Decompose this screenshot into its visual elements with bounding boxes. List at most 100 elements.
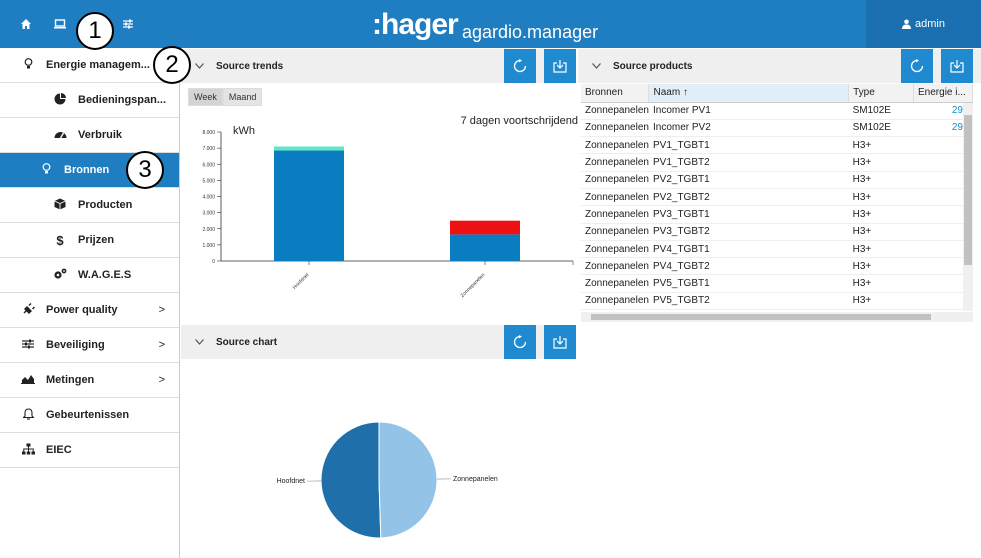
cell-type: H3+ — [848, 136, 914, 155]
y-tick-label: 0 — [212, 259, 215, 265]
scrollbar-thumb[interactable] — [964, 115, 972, 265]
download-icon — [950, 60, 964, 73]
sidebar-item-label: Bedieningspan... — [78, 94, 167, 106]
table-row[interactable]: Zonnepanelen PV4_TGBT2 H3+ — [581, 257, 973, 276]
chevron-down-icon[interactable] — [592, 61, 601, 72]
column-header-type[interactable]: Type — [848, 84, 915, 103]
period-label: 7 dagen voortschrijdend — [461, 115, 578, 127]
sidebar-item-metingen[interactable]: Metingen > — [0, 363, 179, 398]
cell-type: H3+ — [848, 205, 914, 224]
settings-sliders-icon[interactable] — [114, 12, 142, 36]
table-row[interactable]: Zonnepanelen PV2_TGBT2 H3+ — [581, 188, 973, 207]
column-header-energie[interactable]: Energie i... — [913, 84, 973, 103]
sidebar-item-producten[interactable]: Producten — [0, 188, 179, 223]
table-header-row: Bronnen Naam ↑ Type Energie i... — [581, 84, 973, 103]
bar-segment — [450, 234, 520, 261]
table-row[interactable]: Zonnepanelen PV3_TGBT2 H3+ — [581, 223, 973, 241]
cell-type: H3+ — [848, 292, 914, 311]
sidebar-item-gebeurtenissen[interactable]: Gebeurtenissen — [0, 398, 179, 433]
sidebar-item-label: Metingen — [46, 374, 95, 386]
cell-bronnen: Zonnepanelen — [581, 223, 649, 241]
sidebar-item-prijzen[interactable]: $ Prijzen — [0, 223, 179, 258]
cell-type: H3+ — [848, 223, 914, 241]
sliders-icon — [20, 339, 36, 352]
vertical-scrollbar[interactable] — [963, 103, 973, 311]
source-chart-header: Source chart — [181, 325, 576, 359]
cell-bronnen: Zonnepanelen — [581, 171, 649, 189]
sidebar-item-verbruik[interactable]: Verbruik — [0, 118, 179, 153]
cell-type: SM102E — [848, 119, 914, 138]
download-button[interactable] — [544, 49, 576, 83]
cell-type: H3+ — [848, 171, 914, 189]
cell-bronnen: Zonnepanelen — [581, 292, 649, 311]
column-header-bronnen[interactable]: Bronnen — [581, 84, 650, 103]
download-button[interactable] — [544, 325, 576, 359]
table-row[interactable]: Zonnepanelen Incomer PV1 SM102E 299 — [581, 102, 973, 120]
sidebar-item-label: Verbruik — [78, 129, 123, 141]
cell-bronnen: Zonnepanelen — [581, 153, 649, 172]
home-icon[interactable] — [12, 12, 40, 36]
top-bar: :hager agardio.manager admin — [0, 0, 981, 48]
cell-bronnen: Zonnepanelen — [581, 102, 649, 120]
callout-badge-2: 2 — [153, 46, 191, 84]
refresh-icon — [513, 59, 527, 73]
refresh-button[interactable] — [504, 49, 536, 83]
panel-title: Source products — [613, 60, 693, 72]
x-tick-label: Hoofdnet — [292, 272, 311, 291]
gauge-icon — [52, 129, 68, 142]
source-products-header: Source products — [578, 49, 981, 83]
refresh-button[interactable] — [504, 325, 536, 359]
chevron-down-icon[interactable] — [195, 337, 204, 348]
y-tick-label: 8.000 — [202, 130, 215, 136]
cell-bronnen: Zonnepanelen — [581, 257, 649, 276]
sidebar-item-power-quality[interactable]: Power quality > — [0, 293, 179, 328]
table-row[interactable]: Zonnepanelen PV5_TGBT1 H3+ — [581, 274, 973, 293]
y-tick-label: 1.000 — [202, 243, 215, 249]
y-tick-label: 4.000 — [202, 195, 215, 201]
monitor-icon[interactable] — [46, 12, 74, 36]
gears-icon — [52, 268, 68, 283]
cell-naam: Incomer PV1 — [648, 102, 849, 120]
admin-menu[interactable]: admin — [866, 0, 981, 48]
table-row[interactable]: Zonnepanelen PV3_TGBT1 H3+ — [581, 205, 973, 224]
pie-slice — [378, 421, 438, 539]
refresh-icon — [513, 335, 527, 349]
cell-type: H3+ — [848, 153, 914, 172]
table-row[interactable]: Zonnepanelen PV4_TGBT1 H3+ — [581, 240, 973, 259]
cell-naam: PV3_TGBT2 — [648, 223, 849, 241]
refresh-button[interactable] — [901, 49, 933, 83]
brand-logo: :hager — [372, 8, 459, 41]
user-icon — [902, 19, 912, 29]
cell-bronnen: Zonnepanelen — [581, 188, 649, 207]
y-tick-label: 5.000 — [202, 178, 215, 184]
cell-naam: Incomer PV2 — [648, 119, 849, 138]
chevron-down-icon[interactable] — [195, 61, 204, 72]
sidebar: Energie managem... Bedieningspan... Verb… — [0, 48, 180, 558]
cell-naam: PV1_TGBT1 — [648, 136, 849, 155]
table-row[interactable]: Zonnepanelen PV2_TGBT1 H3+ — [581, 171, 973, 189]
y-tick-label: 3.000 — [202, 211, 215, 217]
sidebar-item-beveiliging[interactable]: Beveiliging > — [0, 328, 179, 363]
sidebar-item-label: Power quality — [46, 304, 118, 316]
table-row[interactable]: Zonnepanelen PV5_TGBT2 H3+ — [581, 292, 973, 311]
table-row[interactable]: Zonnepanelen PV1_TGBT2 H3+ — [581, 153, 973, 172]
sidebar-item-wages[interactable]: W.A.G.E.S — [0, 258, 179, 293]
chevron-right-icon: > — [158, 374, 165, 386]
box-icon — [52, 198, 68, 213]
scrollbar-thumb[interactable] — [591, 314, 931, 320]
sidebar-item-bedieningspaneel[interactable]: Bedieningspan... — [0, 83, 179, 118]
cell-bronnen: Zonnepanelen — [581, 136, 649, 155]
panel-title: Source chart — [216, 336, 278, 348]
cell-type: H3+ — [848, 274, 914, 293]
table-row[interactable]: Zonnepanelen Incomer PV2 SM102E 299 — [581, 119, 973, 138]
cell-type: SM102E — [848, 102, 914, 120]
cell-naam: PV4_TGBT1 — [648, 240, 849, 259]
horizontal-scrollbar[interactable] — [581, 312, 973, 322]
table-row[interactable]: Zonnepanelen PV1_TGBT1 H3+ — [581, 136, 973, 155]
column-header-naam[interactable]: Naam ↑ — [648, 84, 850, 103]
y-tick-label: 6.000 — [202, 162, 215, 168]
cell-type: H3+ — [848, 240, 914, 259]
sidebar-item-eiec[interactable]: EIEC — [0, 433, 179, 468]
download-button[interactable] — [941, 49, 973, 83]
dollar-icon: $ — [56, 232, 64, 248]
